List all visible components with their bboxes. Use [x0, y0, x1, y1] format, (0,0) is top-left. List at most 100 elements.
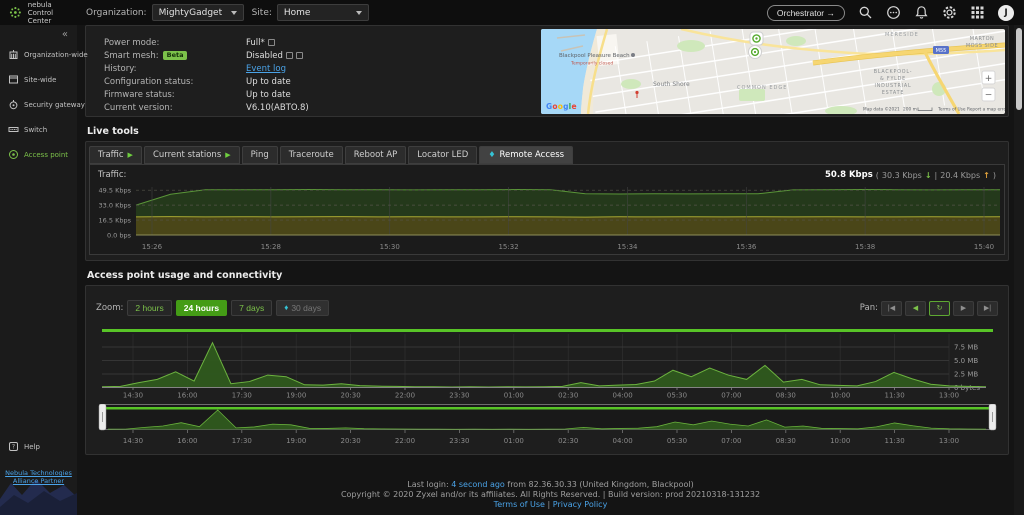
orchestrator-button[interactable]: Orchestrator →	[767, 5, 845, 21]
sidebar-item-site-wide[interactable]: Site-wide	[0, 67, 77, 92]
gem-icon: ♦	[488, 151, 495, 159]
pan-first-button[interactable]: |◀	[881, 301, 902, 316]
svg-text:17:30: 17:30	[232, 392, 252, 400]
pan-last-button[interactable]: ▶|	[977, 301, 998, 316]
svg-text:15:30: 15:30	[380, 243, 400, 251]
gem-icon: ♦	[284, 304, 288, 312]
zoom-30-days-button[interactable]: ♦ 30 days	[276, 300, 329, 316]
usage-card: Zoom: 2 hours 24 hours 7 days ♦ 30 days …	[85, 285, 1009, 455]
edit-icon	[296, 52, 303, 59]
nebula-alliance-partner-link[interactable]: Nebula Technologies Alliance Partner	[5, 469, 72, 485]
traffic-chart-panel: Traffic: 50.8 Kbps ( 30.3 Kbps ↓ | 20.4 …	[89, 164, 1005, 255]
map-attribution: Map data ©2021	[863, 106, 900, 113]
sidebar-collapse-icon[interactable]: «	[0, 25, 77, 42]
tab-remote-access[interactable]: ♦Remote Access	[479, 146, 573, 164]
download-arrow-icon: ↓	[925, 171, 932, 180]
svg-text:5.0 MB: 5.0 MB	[954, 357, 978, 365]
feedback-icon[interactable]	[886, 5, 901, 20]
organization-select[interactable]: MightyGadget	[152, 4, 244, 21]
sidebar-item-switch[interactable]: Switch	[0, 117, 77, 142]
svg-text:19:00: 19:00	[286, 392, 306, 400]
zoom-24-hours-button[interactable]: 24 hours	[176, 300, 227, 316]
map-label-common-edge: COMMON EDGE	[737, 85, 787, 91]
privacy-policy-link[interactable]: Privacy Policy	[553, 500, 608, 509]
map-zoom-in-button[interactable]: +	[982, 71, 995, 84]
svg-text:02:30: 02:30	[558, 437, 578, 445]
svg-text:16:00: 16:00	[177, 437, 197, 445]
pan-label: Pan:	[860, 303, 878, 313]
tab-current-stations[interactable]: Current stations▶	[144, 146, 240, 164]
map-label-industrial-estate: INDUSTRIAL	[875, 83, 912, 89]
location-map[interactable]: M55 Blackpool Pleasure Beach Temporarily…	[541, 29, 1005, 114]
detail-label: Configuration status:	[104, 77, 246, 87]
sidebar-item-label: Organization-wide	[24, 51, 88, 59]
site-select[interactable]: Home	[277, 4, 369, 21]
sidebar-item-organization-wide[interactable]: Organization-wide	[0, 42, 77, 67]
sidebar-item-security-gateway[interactable]: Security gateway	[0, 92, 77, 117]
svg-text:15:36: 15:36	[736, 243, 757, 251]
sidebar-item-access-point[interactable]: Access point	[0, 142, 77, 167]
detail-label: History:	[104, 64, 246, 74]
event-log-link[interactable]: Event log	[246, 64, 286, 74]
svg-text:33.0 Kbps: 33.0 Kbps	[99, 202, 132, 210]
detail-label: Power mode:	[104, 38, 246, 48]
settings-gear-icon[interactable]	[942, 5, 957, 20]
user-avatar[interactable]: J	[998, 5, 1014, 21]
legend-upload: 20.4 Kbps	[940, 171, 980, 180]
sidebar-item-label: Help	[24, 443, 40, 451]
traffic-chart-label: Traffic:	[98, 170, 126, 180]
nebula-logo[interactable]: nebula Control Center	[8, 1, 78, 25]
motorway-badge: M55	[936, 48, 947, 54]
terms-of-use-link[interactable]: Terms of Use	[494, 500, 545, 509]
svg-text:02:30: 02:30	[558, 392, 578, 400]
zoom-7-days-button[interactable]: 7 days	[231, 300, 272, 316]
svg-text:17:30: 17:30	[232, 437, 252, 445]
live-tools-title: Live tools	[87, 126, 1024, 137]
map-report-error-link[interactable]: Report a map error	[967, 107, 1005, 113]
usage-controls: Zoom: 2 hours 24 hours 7 days ♦ 30 days …	[86, 286, 1008, 316]
switch-icon	[8, 124, 19, 135]
last-login-label: Last login:	[407, 480, 448, 489]
map-zoom-out-button[interactable]: −	[982, 88, 995, 101]
svg-text:16.5 Kbps: 16.5 Kbps	[99, 217, 132, 225]
map-label-industrial-estate: ESTATE	[882, 90, 904, 96]
pan-live-refresh-button[interactable]: ↻	[929, 301, 950, 316]
zoom-2-hours-button[interactable]: 2 hours	[127, 300, 171, 316]
time-range-scrubber[interactable]: 14:3016:0017:3019:0020:3022:0023:3001:00…	[88, 404, 1008, 448]
svg-text:23:30: 23:30	[449, 437, 469, 445]
tab-locator-led[interactable]: Locator LED	[408, 146, 477, 164]
svg-text:05:30: 05:30	[667, 392, 687, 400]
sidebar-item-help[interactable]: ? Help	[0, 434, 77, 459]
google-logo: Google	[546, 102, 577, 111]
svg-text:22:00: 22:00	[395, 437, 415, 445]
svg-text:49.5 Kbps: 49.5 Kbps	[99, 187, 132, 195]
map-label-south-shore: South Shore	[653, 81, 690, 88]
search-icon[interactable]	[858, 5, 873, 20]
access-point-map-marker[interactable]	[750, 32, 763, 45]
help-icon: ?	[8, 441, 19, 452]
svg-text:10:00: 10:00	[830, 392, 850, 400]
notifications-bell-icon[interactable]	[914, 5, 929, 20]
tab-traceroute[interactable]: Traceroute	[280, 146, 343, 164]
traffic-legend: 50.8 Kbps ( 30.3 Kbps ↓ | 20.4 Kbps ↑ )	[825, 170, 996, 180]
tab-ping[interactable]: Ping	[242, 146, 278, 164]
svg-text:+: +	[985, 74, 993, 84]
tab-reboot-ap[interactable]: Reboot AP	[345, 146, 407, 164]
map-scale-label: 200 m	[903, 107, 917, 113]
scrollbar-thumb[interactable]	[1016, 28, 1022, 110]
svg-text:07:00: 07:00	[721, 392, 741, 400]
svg-text:13:00: 13:00	[939, 392, 959, 400]
partner-links: Nebula Technologies Alliance Partner	[0, 469, 77, 485]
apps-grid-icon[interactable]	[970, 5, 985, 20]
access-point-map-marker[interactable]	[749, 46, 762, 59]
svg-text:11:30: 11:30	[885, 392, 905, 400]
last-login-time-link[interactable]: 4 second ago	[451, 480, 505, 489]
map-terms-link[interactable]: Terms of Use	[937, 107, 966, 113]
tab-traffic[interactable]: Traffic▶	[89, 146, 142, 164]
page-scrollbar[interactable]	[1014, 25, 1024, 515]
pan-next-button[interactable]: ▶	[953, 301, 974, 316]
sidebar-item-label: Site-wide	[24, 76, 56, 84]
pan-previous-button[interactable]: ◀	[905, 301, 926, 316]
zoom-label: Zoom:	[96, 303, 123, 313]
svg-text:01:00: 01:00	[504, 392, 524, 400]
